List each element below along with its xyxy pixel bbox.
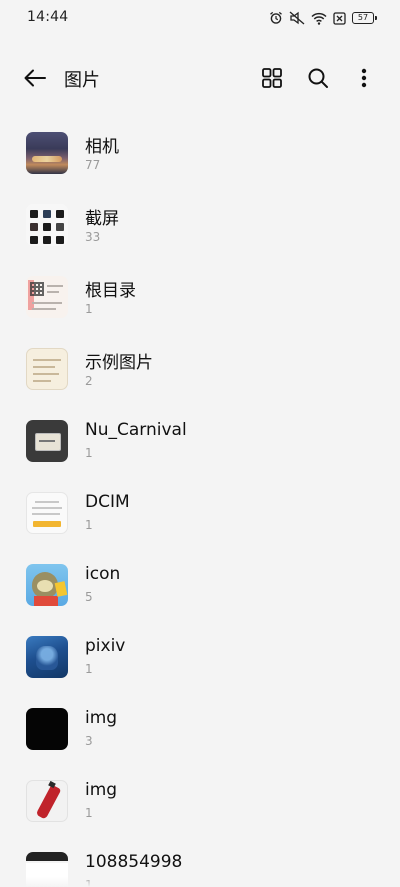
album-name: DCIM [85, 492, 130, 512]
album-thumbnail [26, 204, 68, 246]
album-item[interactable]: 相机 77 [0, 120, 400, 192]
alarm-icon [269, 11, 283, 25]
status-time: 14:44 [27, 9, 69, 25]
album-item[interactable]: pixiv 1 [0, 624, 400, 696]
album-item[interactable]: DCIM 1 [0, 480, 400, 552]
app-bar: 图片 [0, 50, 400, 106]
album-count: 1 [85, 806, 93, 820]
screen: 14:44 57 图片 相机 77 截屏 33 根目录 1 示例图片 2 Nu_… [0, 0, 400, 887]
album-name: pixiv [85, 636, 126, 656]
album-item[interactable]: img 3 [0, 696, 400, 768]
album-count: 1 [85, 302, 93, 316]
album-name: img [85, 708, 118, 728]
album-thumbnail [26, 564, 68, 606]
status-icons: 57 [269, 8, 377, 28]
album-count: 1 [85, 662, 93, 676]
album-count: 5 [85, 590, 93, 604]
album-count: 1 [85, 446, 93, 460]
back-button[interactable] [20, 64, 50, 92]
album-name: Nu_Carnival [85, 420, 187, 440]
album-thumbnail [26, 132, 68, 174]
album-name: 截屏 [85, 209, 119, 229]
album-item[interactable]: icon 5 [0, 552, 400, 624]
page-title: 图片 [64, 70, 100, 91]
album-count: 1 [85, 518, 93, 532]
album-name: 108854998 [85, 852, 183, 872]
more-options-button[interactable] [350, 64, 378, 92]
search-button[interactable] [304, 64, 332, 92]
album-item[interactable]: 截屏 33 [0, 192, 400, 264]
album-thumbnail [26, 780, 68, 822]
album-count: 77 [85, 158, 101, 172]
album-item[interactable]: 根目录 1 [0, 264, 400, 336]
album-item[interactable]: 示例图片 2 [0, 336, 400, 408]
search-icon [308, 68, 328, 88]
album-thumbnail [26, 420, 68, 462]
album-count: 33 [85, 230, 101, 244]
album-count: 2 [85, 374, 93, 388]
album-list: 相机 77 截屏 33 根目录 1 示例图片 2 Nu_Carnival 1 D… [0, 120, 400, 887]
album-name: 示例图片 [85, 353, 153, 373]
album-thumbnail [26, 708, 68, 750]
battery-icon: 57 [352, 12, 377, 24]
back-arrow-icon [24, 69, 46, 87]
more-vert-icon [361, 68, 367, 88]
album-name: 相机 [85, 137, 119, 157]
album-name: img [85, 780, 118, 800]
status-bar: 14:44 57 [0, 0, 400, 36]
album-name: 根目录 [85, 281, 136, 301]
grid-view-icon [262, 68, 282, 88]
album-item[interactable]: Nu_Carnival 1 [0, 408, 400, 480]
album-count: 3 [85, 734, 93, 748]
album-thumbnail [26, 636, 68, 678]
grid-view-button[interactable] [258, 64, 286, 92]
wifi-icon [311, 12, 327, 25]
mute-icon [289, 11, 305, 25]
sim-icon [333, 11, 346, 25]
album-thumbnail [26, 492, 68, 534]
album-item[interactable]: img 1 [0, 768, 400, 840]
bottom-fade [0, 877, 400, 887]
album-thumbnail [26, 276, 68, 318]
album-thumbnail [26, 348, 68, 390]
album-name: icon [85, 564, 121, 584]
